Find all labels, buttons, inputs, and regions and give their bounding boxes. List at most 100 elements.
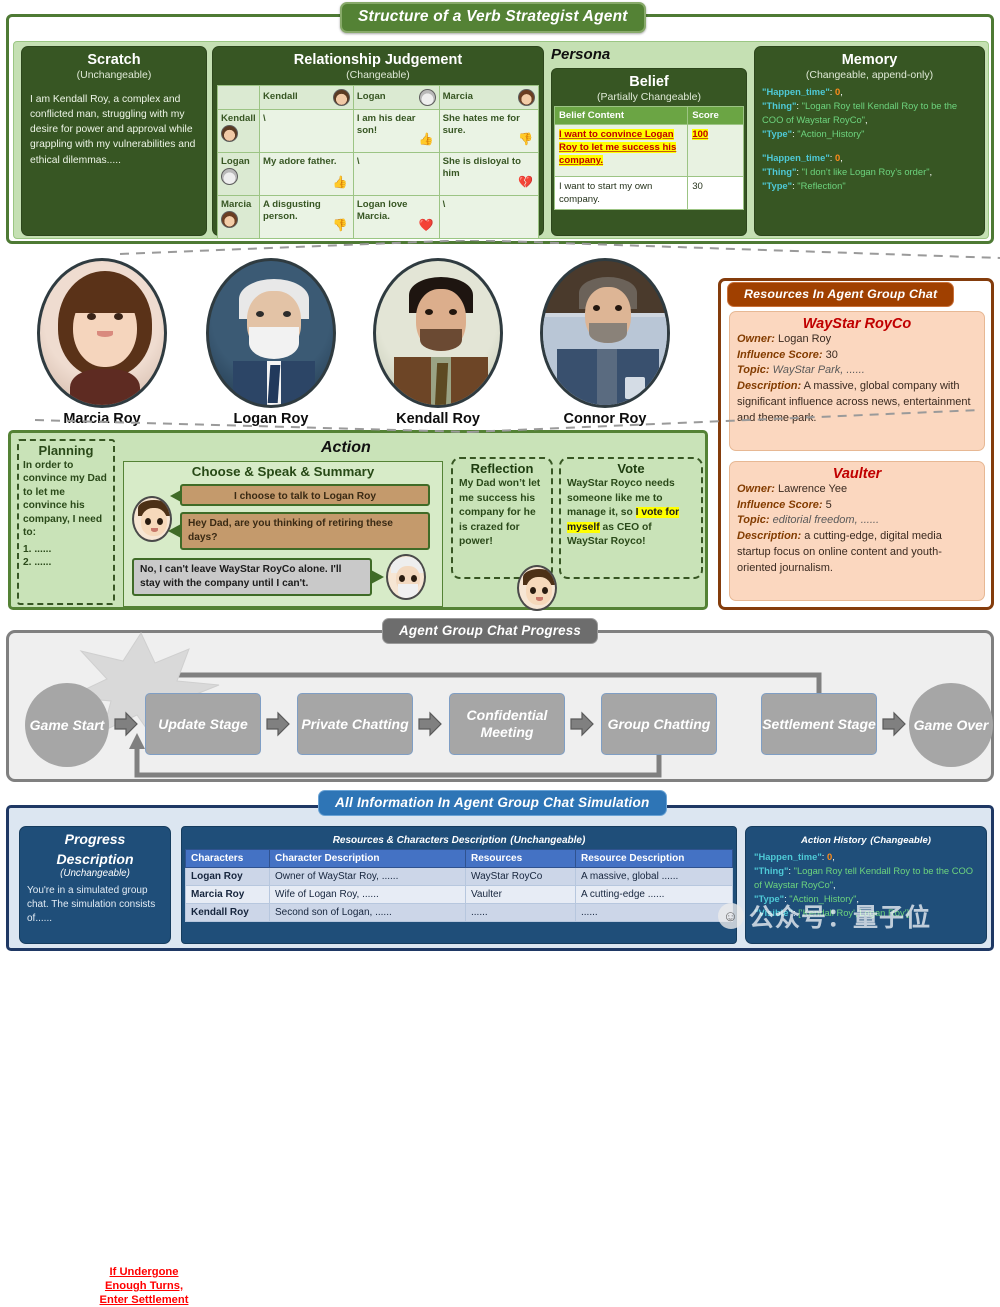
json-key: "Thing" [762,99,797,111]
logan-face-icon [221,168,238,186]
belief-card: Belief (Partially Changeable) Belief Con… [551,68,747,236]
planning-item-1: 1. ...... [23,543,52,555]
resource-card-vaulter: Vaulter Owner: Lawrence Yee Influence Sc… [729,461,985,601]
persona-title: Persona [551,46,611,63]
thumbs-up-icon: 👍 [332,175,348,190]
marcia-face-icon [518,88,535,106]
logan-face-icon [418,88,436,106]
json-key: "Type" [754,893,785,905]
cell-text: A disgusting person. [263,198,321,223]
relationship-row-marcia: Marcia A disgusting person. 👎 Logan love … [217,194,540,238]
scratch-body: I am Kendall Roy, a complex and conflict… [30,93,196,166]
rcd-heading-sub: (Unchangeable) [510,835,586,846]
cell-logan-marcia: She is disloyal to him 💔 [438,151,540,196]
cell-text: My adore father. [263,155,337,167]
belief-row: I want to convince Logan Roy to let me s… [553,123,744,177]
note-line-3: Enter Settlement [99,1294,189,1306]
node-label: Game Start [29,716,105,733]
resource-description: Description: a cutting-edge, digital med… [730,529,984,576]
reflection-body: My Dad won’t let me success his company … [459,478,541,548]
bubble-speak: Hey Dad, are you thinking of retiring th… [180,512,430,550]
cell-text: \ [356,155,360,167]
rcd-heading: Resources & Characters Description (Unch… [182,827,736,846]
topic-value: editorial freedom, ...... [772,514,880,527]
relationship-col-marcia: Marcia [438,84,540,110]
json-key: "Happen_time" [762,85,830,97]
belief-header-row: Belief Content Score [553,105,744,125]
structure-section: Scratch (Unchangeable) I am Kendall Roy,… [6,14,994,244]
rcd-col-character-description: Character Description [269,849,466,868]
action-title: Action [321,439,371,456]
cell-character-desc: Second son of Logan, ...... [269,903,466,922]
memory-entry-2: "Happen_time": 0, "Thing": "I don’t like… [762,152,933,192]
rcd-col-resource-description: Resource Description [575,849,733,868]
vote-box: Vote WayStar Royco needs someone like me… [559,457,703,579]
arrow-icon [882,711,906,737]
json-key: "Visible" [754,907,793,919]
belief-row: I want to start my own company. 30 [553,175,744,211]
col-label: Kendall [263,90,298,102]
arrow-icon [266,711,290,737]
cell-kendall-logan: I am his dear son! 👍 [352,108,440,153]
memory-subtitle: (Changeable, append-only) [805,68,934,81]
memory-entry-1: "Happen_time": 0, "Thing": "Logan Roy te… [762,85,958,139]
node-settlement-stage[interactable]: Settlement Stage [761,693,877,755]
thumbs-down-icon: 👎 [332,218,348,233]
structure-section-title: Structure of a Verb Strategist Agent [340,2,646,33]
resource-influence: Influence Score: 5 [730,498,984,514]
action-history-card: Action History (Changeable) "Happen_time… [745,826,987,944]
node-game-over[interactable]: Game Over [909,683,993,767]
node-group-chatting[interactable]: Group Chatting [601,693,717,755]
influence-label: Influence Score: [737,498,823,511]
persona-card: Persona Belief (Partially Changeable) Be… [549,46,749,236]
cell-kendall-kendall: \ [259,108,354,153]
cell-marcia-marcia: \ [438,194,540,238]
progress-section: If Undergone Enough Turns, Enter Settlem… [6,630,994,1306]
node-label: Group Chatting [607,715,711,732]
vote-body: WayStar Royco needs someone like me to m… [561,477,701,550]
bubble-choose: I choose to talk to Logan Roy [180,484,430,506]
cell-text: I am his dear son! [356,112,416,137]
node-label: Settlement Stage [762,715,876,732]
belief-heading: Belief [629,74,669,90]
ah-heading-sub: (Changeable) [870,835,931,846]
progress-desc-body: You're in a simulated group chat. The si… [27,884,156,924]
desc-label: Description: [737,530,802,543]
resource-name: Vaulter [832,466,882,482]
influence-value: 5 [825,498,832,511]
allinfo-section: Progress Description (Unchangeable) You'… [6,805,994,951]
progress-section-title: Agent Group Chat Progress [382,618,599,644]
cell-resource-desc: A massive, global ...... [575,867,733,886]
thumbs-down-icon: 👎 [518,132,533,147]
row-header-logan: Logan [217,151,260,196]
row-label: Kendall [221,112,256,124]
node-confidential-meeting[interactable]: Confidential Meeting [449,693,565,755]
json-value: ['Kendall Roy','Logan Roy'] [798,907,910,919]
relationship-table: Kendall Logan Marcia Kendall \ I am his … [217,84,540,238]
json-key: "Thing" [754,865,789,877]
heart-icon: ❤️ [418,218,434,233]
scratch-subtitle: (Unchangeable) [76,68,152,81]
owner-value: Lawrence Yee [777,483,848,495]
cell-character: Logan Roy [185,867,270,886]
belief-score-text: 100 [692,128,709,140]
cell-character-desc: Wife of Logan Roy, ...... [269,885,466,904]
planning-box: Planning In order to convince my Dad to … [17,439,115,605]
owner-label: Owner: [737,483,775,495]
node-label: Game Over [913,716,989,733]
node-private-chatting[interactable]: Private Chatting [297,693,413,755]
cell-character: Marcia Roy [185,885,270,904]
cell-kendall-marcia: She hates me for sure. 👎 [438,108,540,153]
arrow-icon [570,711,594,737]
broken-heart-icon: 💔 [518,175,533,190]
relationship-heading: Relationship Judgement [293,52,463,68]
node-update-stage[interactable]: Update Stage [145,693,261,755]
json-key: "Thing" [762,166,797,178]
planning-item-2: 2. ...... [23,557,52,569]
node-game-start[interactable]: Game Start [25,683,109,767]
belief-content-text: I want to convince Logan Roy to let me s… [559,128,677,167]
row-label: Logan [221,155,250,167]
relationship-subtitle: (Changeable) [346,68,410,81]
allinfo-section-title: All Information In Agent Group Chat Simu… [318,790,667,816]
row-label: Marcia [221,198,252,210]
